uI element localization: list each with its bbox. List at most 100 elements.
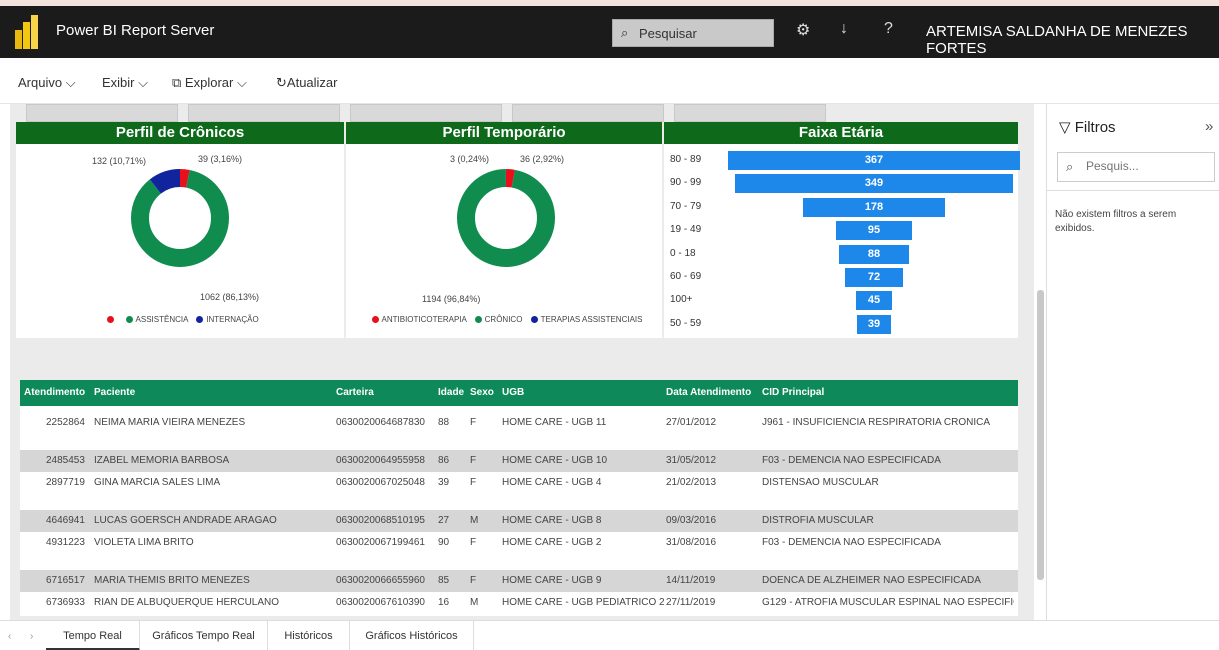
table-row[interactable]: 2897719 GINA MARCIA SALES LIMA 06300200670… xyxy=(20,472,1018,494)
column-header[interactable]: Idade xyxy=(438,387,464,398)
funnel-bar[interactable]: 39 xyxy=(857,314,891,334)
slicer[interactable] xyxy=(188,104,340,122)
funnel-bar[interactable]: 367 xyxy=(728,151,1020,170)
legend-dot xyxy=(474,316,482,324)
table-cell-paciente: VIOLETA LIMA BRITO xyxy=(94,537,194,548)
table-cell-carteira: 0630020066655960 xyxy=(336,575,425,586)
search-icon: ⌕ xyxy=(621,25,629,40)
table-cell-sexo: F xyxy=(470,417,477,428)
menu-arquivo-label: Arquivo xyxy=(18,75,63,90)
table-cell-data: 09/03/2016 xyxy=(666,515,717,526)
menu-exibir-label: Exibir xyxy=(102,75,135,90)
table-cell-idade: 27 xyxy=(438,515,450,526)
tab-prev-icon[interactable]: ‹ xyxy=(8,631,11,642)
donut-chart xyxy=(131,169,229,267)
column-header[interactable]: Data Atendimento xyxy=(666,387,751,398)
table-cell-idade: 86 xyxy=(438,455,450,466)
filters-search-input[interactable] xyxy=(1086,159,1206,173)
legend-label: ASSISTÊNCIA xyxy=(135,315,188,324)
menu-atualizar-label: Atualizar xyxy=(286,75,338,90)
user-name[interactable]: ARTEMISA SALDANHA DE MENEZES FORTES xyxy=(926,23,1219,57)
data-label: 132 (10,71%) xyxy=(92,156,147,166)
table-cell-data: 21/02/2013 xyxy=(666,477,717,488)
header-search-box[interactable]: ⌕ Pesquisar xyxy=(612,19,774,47)
funnel-category-label: 80 - 89 xyxy=(670,154,702,165)
column-header[interactable]: Carteira xyxy=(336,387,374,398)
app-title[interactable]: Power BI Report Server xyxy=(56,22,214,39)
table-cell-data: 31/05/2012 xyxy=(666,455,717,466)
table-row[interactable]: 6716517 MARIA THEMIS BRITO MENEZES 0630020… xyxy=(20,570,1018,592)
table-cell-ugb: HOME CARE - UGB 4 xyxy=(502,477,602,488)
chart-title: Perfil de Crônicos xyxy=(16,122,344,144)
column-header[interactable]: UGB xyxy=(502,387,524,398)
legend-dot xyxy=(371,316,379,324)
funnel-bar[interactable]: 88 xyxy=(838,244,909,264)
chevron-down-icon: ⌵ xyxy=(236,75,247,90)
slicer[interactable] xyxy=(512,104,664,122)
data-label: 1194 (96,84%) xyxy=(422,294,481,304)
table-cell-atendimento: 2897719 xyxy=(46,477,85,488)
donut-slice[interactable] xyxy=(131,169,229,267)
settings-icon[interactable]: ⚙ xyxy=(796,20,810,40)
funnel-category-label: 90 - 99 xyxy=(670,177,702,189)
slicer[interactable] xyxy=(350,104,502,122)
table-cell-carteira: 0630020067199461 xyxy=(336,537,425,548)
table-cell-atendimento: 6736933 xyxy=(46,597,85,608)
tab-next-icon[interactable]: › xyxy=(30,631,33,642)
table-cell-data: 27/01/2012 xyxy=(666,417,717,428)
filters-pane: ▽ Filtros » ⌕ Não existem filtros a sere… xyxy=(1046,104,1219,620)
donut-slice[interactable] xyxy=(457,169,555,267)
slicer[interactable] xyxy=(26,104,178,122)
slicer[interactable] xyxy=(674,104,826,122)
menu-explorar[interactable]: ⧉ Explorar ⌵ xyxy=(172,75,247,91)
refresh-icon: ↻ xyxy=(276,75,287,90)
funnel-bar[interactable]: 178 xyxy=(803,197,945,217)
column-header[interactable]: Atendimento xyxy=(24,387,85,398)
table-row[interactable]: 6736933 RIAN DE ALBUQUERQUE HERCULANO 0630… xyxy=(20,592,1018,614)
table-cell-sexo: F xyxy=(470,575,477,586)
chart-perfil-temporario[interactable]: Perfil Temporário 3 (0,24%) 36 (2,92%) 1… xyxy=(346,122,662,338)
tab-tempo-real[interactable]: Tempo Real xyxy=(46,621,140,650)
table-cell-sexo: F xyxy=(470,455,477,466)
download-icon[interactable]: ↓ xyxy=(840,20,848,38)
table-row[interactable]: 2252864 NEIMA MARIA VIEIRA MENEZES 0630020… xyxy=(20,412,1018,434)
vertical-scrollbar[interactable] xyxy=(1037,290,1044,580)
table-cell-atendimento: 6716517 xyxy=(46,575,85,586)
tab-graficos-historicos[interactable]: Gráficos Históricos xyxy=(350,621,474,650)
collapse-pane-icon[interactable]: » xyxy=(1205,118,1213,135)
filters-search[interactable]: ⌕ xyxy=(1057,152,1215,182)
chart-perfil-cronicos[interactable]: Perfil de Crônicos 132 (10,71%) 39 (3,16… xyxy=(16,122,344,338)
legend-label: CRÔNICO xyxy=(484,315,523,324)
table-cell-atendimento: 2252864 xyxy=(46,417,85,428)
funnel-bar[interactable]: 349 xyxy=(735,174,1013,194)
filters-title-label: Filtros xyxy=(1074,119,1116,136)
column-header[interactable]: CID Principal xyxy=(762,387,824,398)
legend-dot xyxy=(530,316,538,324)
column-header[interactable]: Paciente xyxy=(94,387,135,398)
funnel-bar[interactable]: 95 xyxy=(836,221,912,241)
tab-historicos[interactable]: Históricos xyxy=(268,621,350,650)
table-cell-sexo: M xyxy=(470,515,479,526)
tab-graficos-tempo-real[interactable]: Gráficos Tempo Real xyxy=(140,621,268,650)
menu-exibir[interactable]: Exibir ⌵ xyxy=(102,75,148,91)
funnel-bar[interactable]: 72 xyxy=(845,268,903,287)
chart-faixa-etaria[interactable]: Faixa Etária 80 - 89 367 90 - 99 349 70 - 79… xyxy=(664,122,1020,338)
table-row[interactable]: 4931223 VIOLETA LIMA BRITO 063002006719946… xyxy=(20,532,1018,554)
column-header[interactable]: Sexo xyxy=(470,387,494,398)
funnel-category-label: 70 - 79 xyxy=(670,200,702,212)
menu-atualizar[interactable]: ↻Atualizar xyxy=(276,75,337,91)
funnel-category-label: 0 - 18 xyxy=(670,247,696,259)
table-cell-ugb: HOME CARE - UGB 11 xyxy=(502,417,607,428)
menu-explorar-label: Explorar xyxy=(184,75,234,90)
divider xyxy=(1047,190,1219,191)
help-icon[interactable]: ? xyxy=(884,20,893,38)
chevron-down-icon: ⌵ xyxy=(65,75,76,90)
funnel-bar[interactable]: 45 xyxy=(856,291,892,311)
table-cell-idade: 16 xyxy=(438,597,450,608)
table-cell-paciente: NEIMA MARIA VIEIRA MENEZES xyxy=(94,417,246,428)
menu-arquivo[interactable]: Arquivo ⌵ xyxy=(18,75,76,91)
table-row[interactable]: 2485453 IZABEL MEMORIA BARBOSA 06300200649… xyxy=(20,450,1018,472)
funnel-category-label: 50 - 59 xyxy=(670,317,702,329)
search-icon: ⌕ xyxy=(1066,159,1074,174)
table-row[interactable]: 4646941 LUCAS GOERSCH ANDRADE ARAGAO 06300… xyxy=(20,510,1018,532)
